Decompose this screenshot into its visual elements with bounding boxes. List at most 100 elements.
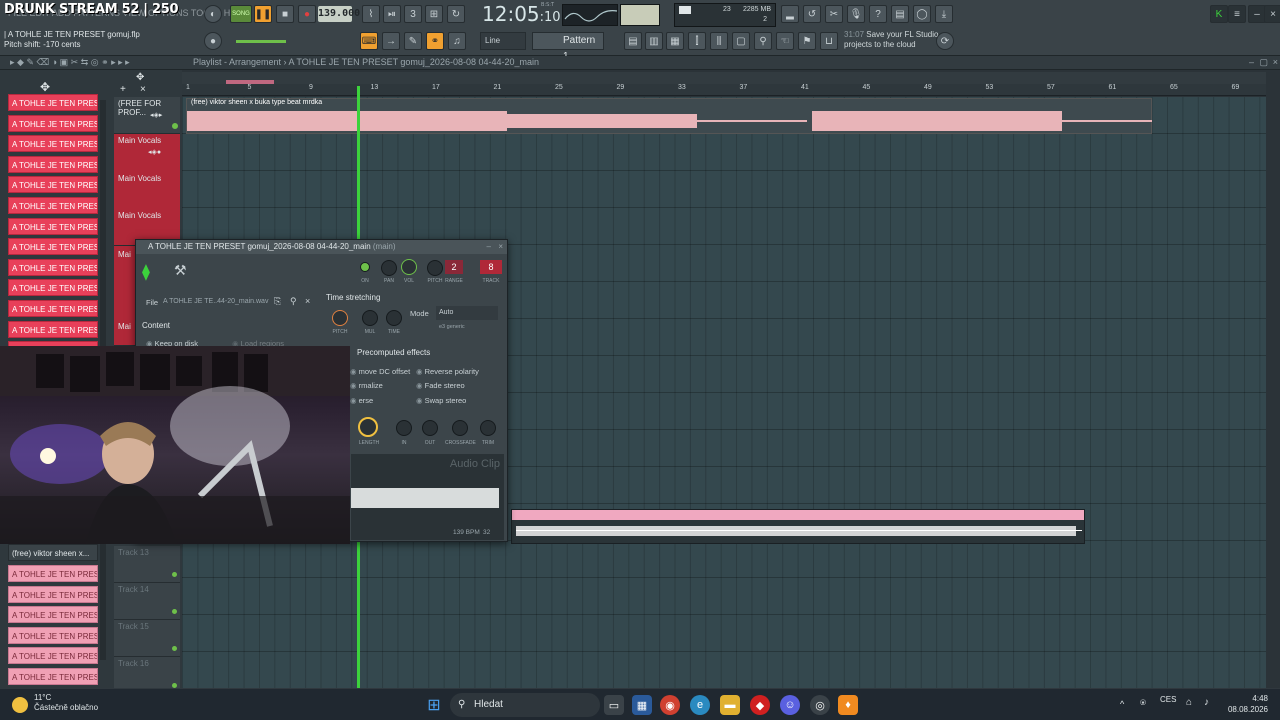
pitch-range-value[interactable]: 2 — [445, 260, 463, 274]
stretch-mul-knob[interactable] — [362, 310, 378, 326]
stamp-tool-icon[interactable]: ♫ — [448, 32, 466, 50]
link-tool-icon[interactable]: ⚭ — [426, 32, 444, 50]
store-icon[interactable]: ▦ — [632, 695, 652, 715]
download-icon[interactable]: ⤓ — [935, 5, 953, 23]
playlist-icon[interactable]: ▤ — [624, 32, 642, 50]
mode-select[interactable]: Auto — [436, 306, 498, 320]
fl-studio-icon[interactable]: ♦ — [838, 695, 858, 715]
track-active-led[interactable] — [172, 609, 177, 614]
stretch-time-knob[interactable] — [386, 310, 402, 326]
playlist-close-icon[interactable]: × — [1273, 56, 1278, 69]
track-header-empty[interactable]: Track 13 — [114, 546, 180, 583]
tempo-display[interactable]: 139.000 — [318, 6, 360, 22]
clip-list-item-light[interactable]: A TOHLE JE TEN PRESET g... — [8, 565, 98, 582]
help-icon[interactable]: ? — [869, 5, 887, 23]
tray-chevron-icon[interactable]: ^ — [1120, 699, 1124, 709]
playback-arrow-icon[interactable]: → — [382, 32, 400, 50]
clip-list-item-light[interactable]: A TOHLE JE TEN PRESET g... — [8, 606, 98, 624]
clip-list-item[interactable]: A TOHLE JE TEN PRESET g... — [8, 176, 98, 194]
reverse-option[interactable]: erse — [350, 396, 374, 405]
pattern-song-toggle-icon[interactable]: ◐ — [204, 5, 222, 23]
pin-file-icon[interactable]: ⚲ — [290, 296, 297, 307]
remove-track-icon[interactable]: × — [140, 84, 146, 95]
track-header-vocals[interactable]: Main Vocals ◂◈● Main Vocals Main Vocals — [114, 134, 180, 246]
clip-list-item[interactable]: A TOHLE JE TEN PRESET g... — [8, 114, 98, 132]
track-mute-icons[interactable]: ◂◈▸ — [150, 111, 162, 119]
pause-button[interactable]: ❚❚ — [254, 5, 272, 23]
clip-list-item[interactable]: A TOHLE JE TEN PRESET g... — [8, 320, 98, 338]
waveform-tab-icon[interactable]: ⧫ — [142, 262, 150, 282]
dialog-minimize-icon[interactable]: – — [487, 240, 491, 254]
countdown-icon[interactable]: 3 — [404, 5, 422, 23]
network-icon[interactable]: ⌂ — [1186, 697, 1192, 708]
crossfade-knob[interactable] — [452, 420, 468, 436]
keyboard-language[interactable]: CES — [1160, 695, 1176, 704]
tray-mic-icon[interactable]: ⍟ — [1140, 698, 1146, 709]
normalize-option[interactable]: rmalize — [350, 381, 383, 390]
clock-widget[interactable]: 4:48 08.08.2026 — [1226, 693, 1268, 715]
clip-list-item[interactable]: A TOHLE JE TEN PRESET g... — [8, 238, 98, 256]
browser-icon[interactable]: ⫼ — [710, 32, 728, 50]
app-logo-icon[interactable]: K — [1210, 5, 1228, 23]
pitch-knob[interactable] — [427, 260, 443, 276]
snap-select[interactable]: Line — [480, 32, 526, 50]
fade-out-knob[interactable] — [422, 420, 438, 436]
track-header-empty[interactable]: Track 14 — [114, 583, 180, 620]
pencil-tool-icon[interactable]: ✎ — [404, 32, 422, 50]
shop-icon[interactable]: ⊔ — [820, 32, 838, 50]
playlist-minimize-icon[interactable]: – — [1249, 56, 1254, 69]
touch-controller-icon[interactable]: ☜ — [776, 32, 794, 50]
discord-icon[interactable]: ☺ — [780, 695, 800, 715]
pan-knob[interactable] — [381, 260, 397, 276]
add-track-icon[interactable]: + — [120, 84, 126, 95]
cpu-graph-icon[interactable]: ▂ — [781, 5, 799, 23]
beat-audio-clip[interactable]: (free) viktor sheen x buka type beat mrd… — [186, 98, 1152, 134]
clip-list-item[interactable]: A TOHLE JE TEN PRESET g... — [8, 135, 98, 153]
remove-dc-offset-option[interactable]: move DC offset — [350, 367, 411, 376]
clip-preview[interactable]: Audio Clip 139 BPM 32 — [351, 454, 504, 540]
metronome-icon[interactable]: ⌇ — [362, 5, 380, 23]
trim-knob[interactable] — [480, 420, 496, 436]
tempo-tap-icon[interactable]: ⚑ — [798, 32, 816, 50]
dialog-close-icon[interactable]: × — [498, 240, 503, 254]
explorer-icon[interactable]: ▬ — [720, 695, 740, 715]
piano-roll-icon[interactable]: ▥ — [645, 32, 663, 50]
track-active-led[interactable] — [172, 646, 177, 651]
track-header-empty[interactable]: Track 15 — [114, 620, 180, 657]
volume-icon[interactable]: ♪ — [1204, 697, 1209, 708]
weather-widget[interactable]: 11°C Částečně oblačno — [34, 693, 98, 713]
settings-wrench-icon[interactable]: ⚒ — [174, 262, 187, 279]
track-active-led[interactable] — [172, 123, 178, 129]
clip-list-item-light[interactable]: A TOHLE JE TEN PRESET g... — [8, 585, 98, 603]
save-icon[interactable]: ▤ — [891, 5, 909, 23]
pattern-select[interactable]: Pattern 1 — [532, 32, 604, 62]
clip-list-item[interactable]: A TOHLE JE TEN PRESET g... — [8, 94, 98, 111]
chat-icon[interactable]: ◯ — [913, 5, 931, 23]
close-window-icon[interactable]: × — [1264, 5, 1280, 23]
swap-stereo-option[interactable]: Swap stereo — [416, 396, 467, 405]
on-toggle[interactable] — [360, 262, 370, 272]
taskbar-search[interactable]: Hledat — [450, 693, 600, 717]
clip-list-item[interactable]: A TOHLE JE TEN PRESET g... — [8, 258, 98, 276]
cut-icon[interactable]: ✂ — [825, 5, 843, 23]
typing-keyboard-icon[interactable]: ⌨ — [360, 32, 378, 50]
picker-move-icon[interactable]: ✥ — [40, 80, 50, 94]
fade-in-knob[interactable] — [396, 420, 412, 436]
length-knob[interactable] — [358, 417, 378, 437]
clip-list-item-light[interactable]: A TOHLE JE TEN PRESET g... — [8, 668, 98, 685]
mixer-track-value[interactable]: 8 — [480, 260, 502, 274]
edge-icon[interactable]: e — [690, 695, 710, 715]
vol-knob[interactable] — [401, 259, 417, 275]
wait-input-icon[interactable]: ⏯ — [383, 5, 401, 23]
windows-start-icon[interactable]: ⊞ — [424, 695, 444, 715]
timeline-ruler[interactable]: 1 5 9 13 17 21 25 29 33 37 41 45 49 53 57 61 65 69 — [182, 84, 1266, 96]
vocal-audio-clip[interactable] — [511, 509, 1085, 544]
project-icon[interactable]: ▢ — [732, 32, 750, 50]
track-active-led[interactable] — [172, 572, 177, 577]
clip-list-item[interactable]: A TOHLE JE TEN PRESET g... — [8, 197, 98, 214]
master-pitch-slider[interactable] — [236, 40, 286, 43]
playlist-tools-icons[interactable]: ▸ ◆ ✎ ⌫ ◑ ▣ ✂ ⇆ ◎ ⚭ ▸ ▸ ▸ — [10, 56, 130, 69]
app-red-icon[interactable]: ◆ — [750, 695, 770, 715]
clip-list-item[interactable]: A TOHLE JE TEN PRESET g... — [8, 217, 98, 235]
channel-rack-icon[interactable]: ▦ — [666, 32, 684, 50]
